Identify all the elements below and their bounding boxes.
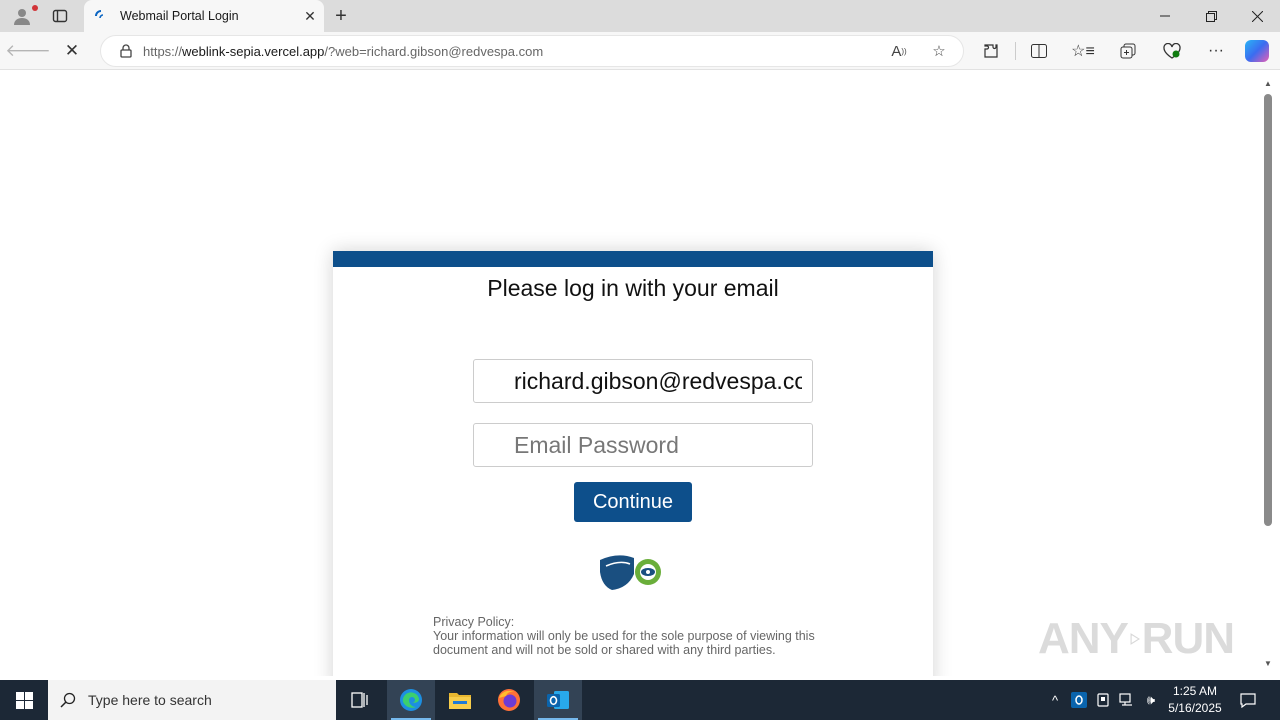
read-aloud-icon[interactable]: A))	[883, 36, 915, 66]
tab-title: Webmail Portal Login	[120, 9, 239, 23]
favorites-icon[interactable]: ☆≡	[1067, 35, 1099, 67]
new-tab-button[interactable]: +	[326, 0, 356, 32]
edge-taskbar-icon[interactable]	[387, 680, 435, 720]
browser-title-bar: Webmail Portal Login ✕ +	[0, 0, 1280, 32]
watermark-play-icon	[1130, 633, 1140, 645]
password-input[interactable]	[473, 423, 813, 467]
outlook-tray-icon[interactable]	[1067, 680, 1091, 720]
active-tab[interactable]: Webmail Portal Login ✕	[84, 0, 324, 32]
clock-date: 5/16/2025	[1168, 701, 1222, 715]
login-card: Please log in with your email Continue P…	[333, 251, 933, 676]
page-viewport: Please log in with your email Continue P…	[4, 70, 1260, 676]
collections-icon[interactable]	[1112, 35, 1144, 67]
scroll-down-arrow[interactable]: ▼	[1262, 656, 1274, 670]
scroll-up-arrow[interactable]: ▲	[1262, 76, 1274, 90]
url-text[interactable]: https://weblink-sepia.vercel.app/?web=ri…	[143, 44, 543, 59]
privacy-text: Your information will only be used for t…	[433, 629, 815, 657]
restore-button[interactable]	[1188, 0, 1234, 32]
card-header-bar	[333, 251, 933, 267]
lock-icon[interactable]	[109, 44, 143, 58]
task-view-icon[interactable]	[336, 680, 384, 720]
firefox-icon[interactable]	[485, 680, 533, 720]
split-screen-icon[interactable]	[1023, 35, 1055, 67]
watermark-left: ANY	[1038, 614, 1129, 663]
anyrun-watermark: ANY RUN	[1038, 606, 1235, 672]
profile-icon[interactable]	[4, 0, 40, 32]
address-bar[interactable]: https://weblink-sepia.vercel.app/?web=ri…	[100, 35, 964, 67]
vertical-scrollbar[interactable]: ▲ ▼	[1262, 74, 1274, 672]
notification-center-icon[interactable]	[1234, 680, 1262, 720]
url-prefix: https://	[143, 43, 183, 59]
url-path: /?web=richard.gibson@redvespa.com	[324, 43, 544, 59]
search-placeholder: Type here to search	[88, 692, 212, 708]
tab-actions-icon[interactable]	[42, 0, 78, 32]
file-explorer-icon[interactable]	[436, 680, 484, 720]
close-window-button[interactable]	[1234, 0, 1280, 32]
minimize-button[interactable]	[1142, 0, 1188, 32]
stop-loading-button[interactable]: ✕	[56, 35, 88, 67]
taskbar-search[interactable]: Type here to search	[48, 680, 336, 720]
windows-taskbar: Type here to search ^ 🕪 1:25 AM 5/16/202…	[0, 680, 1280, 720]
outlook-taskbar-icon[interactable]	[534, 680, 582, 720]
start-button[interactable]	[0, 680, 48, 720]
show-hidden-icons-icon[interactable]: ^	[1043, 680, 1067, 720]
privacy-heading: Privacy Policy:	[433, 615, 515, 629]
security-shield-logo	[598, 552, 668, 592]
tab-close-icon[interactable]: ✕	[296, 2, 324, 30]
privacy-policy: Privacy Policy: Your information will on…	[433, 615, 833, 657]
system-clock[interactable]: 1:25 AM 5/16/2025	[1160, 683, 1230, 717]
device-tray-icon[interactable]	[1091, 680, 1115, 720]
url-host: weblink-sepia.vercel.app	[182, 43, 325, 59]
extensions-icon[interactable]	[975, 35, 1007, 67]
favorite-star-icon[interactable]: ☆	[923, 36, 955, 66]
email-input[interactable]	[473, 359, 813, 403]
browser-essentials-icon[interactable]	[1156, 35, 1188, 67]
browser-toolbar: 🡐 ✕ https://weblink-sepia.vercel.app/?we…	[0, 32, 1280, 70]
clock-time: 1:25 AM	[1172, 684, 1218, 698]
copilot-icon[interactable]	[1245, 40, 1269, 62]
scroll-thumb[interactable]	[1264, 94, 1272, 526]
login-heading: Please log in with your email	[487, 275, 779, 301]
loading-favicon-icon	[94, 9, 108, 23]
search-icon	[48, 692, 88, 708]
network-icon[interactable]	[1115, 680, 1139, 720]
continue-button[interactable]: Continue	[574, 482, 692, 522]
back-button[interactable]: 🡐	[5, 35, 51, 67]
watermark-right: RUN	[1141, 614, 1235, 663]
settings-more-icon[interactable]: ···	[1200, 35, 1232, 67]
